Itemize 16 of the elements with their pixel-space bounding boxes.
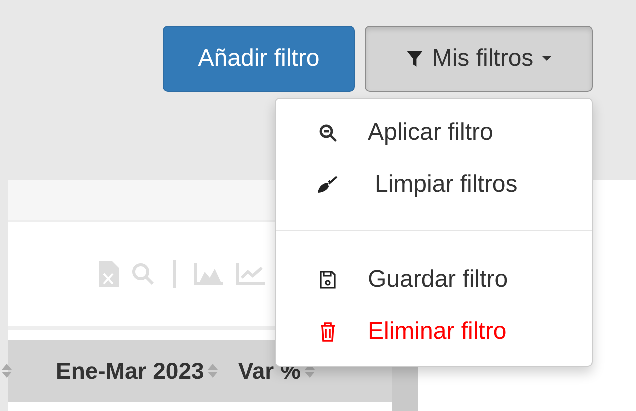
menu-item[interactable]: Eliminar filtro [276,306,592,358]
add-filter-button[interactable]: Añadir filtro [163,26,355,92]
caret-icon [542,56,552,62]
menu-item[interactable]: Guardar filtro [276,254,592,306]
brush-icon [316,176,340,194]
excel-file-icon [99,261,119,287]
search-icon [131,262,155,286]
sort-icon[interactable] [2,363,12,379]
column-header[interactable]: Ene-Mar 2023 [56,358,218,384]
my-filters-button[interactable]: Mis filtros [365,26,593,92]
menu-item[interactable]: Aplicar filtro [276,107,592,159]
line-chart-icon [236,262,266,286]
area-chart-icon [194,262,224,286]
menu-item[interactable]: Limpiar filtros [276,159,592,211]
sort-icon[interactable] [208,363,218,379]
funnel-icon [406,50,424,68]
